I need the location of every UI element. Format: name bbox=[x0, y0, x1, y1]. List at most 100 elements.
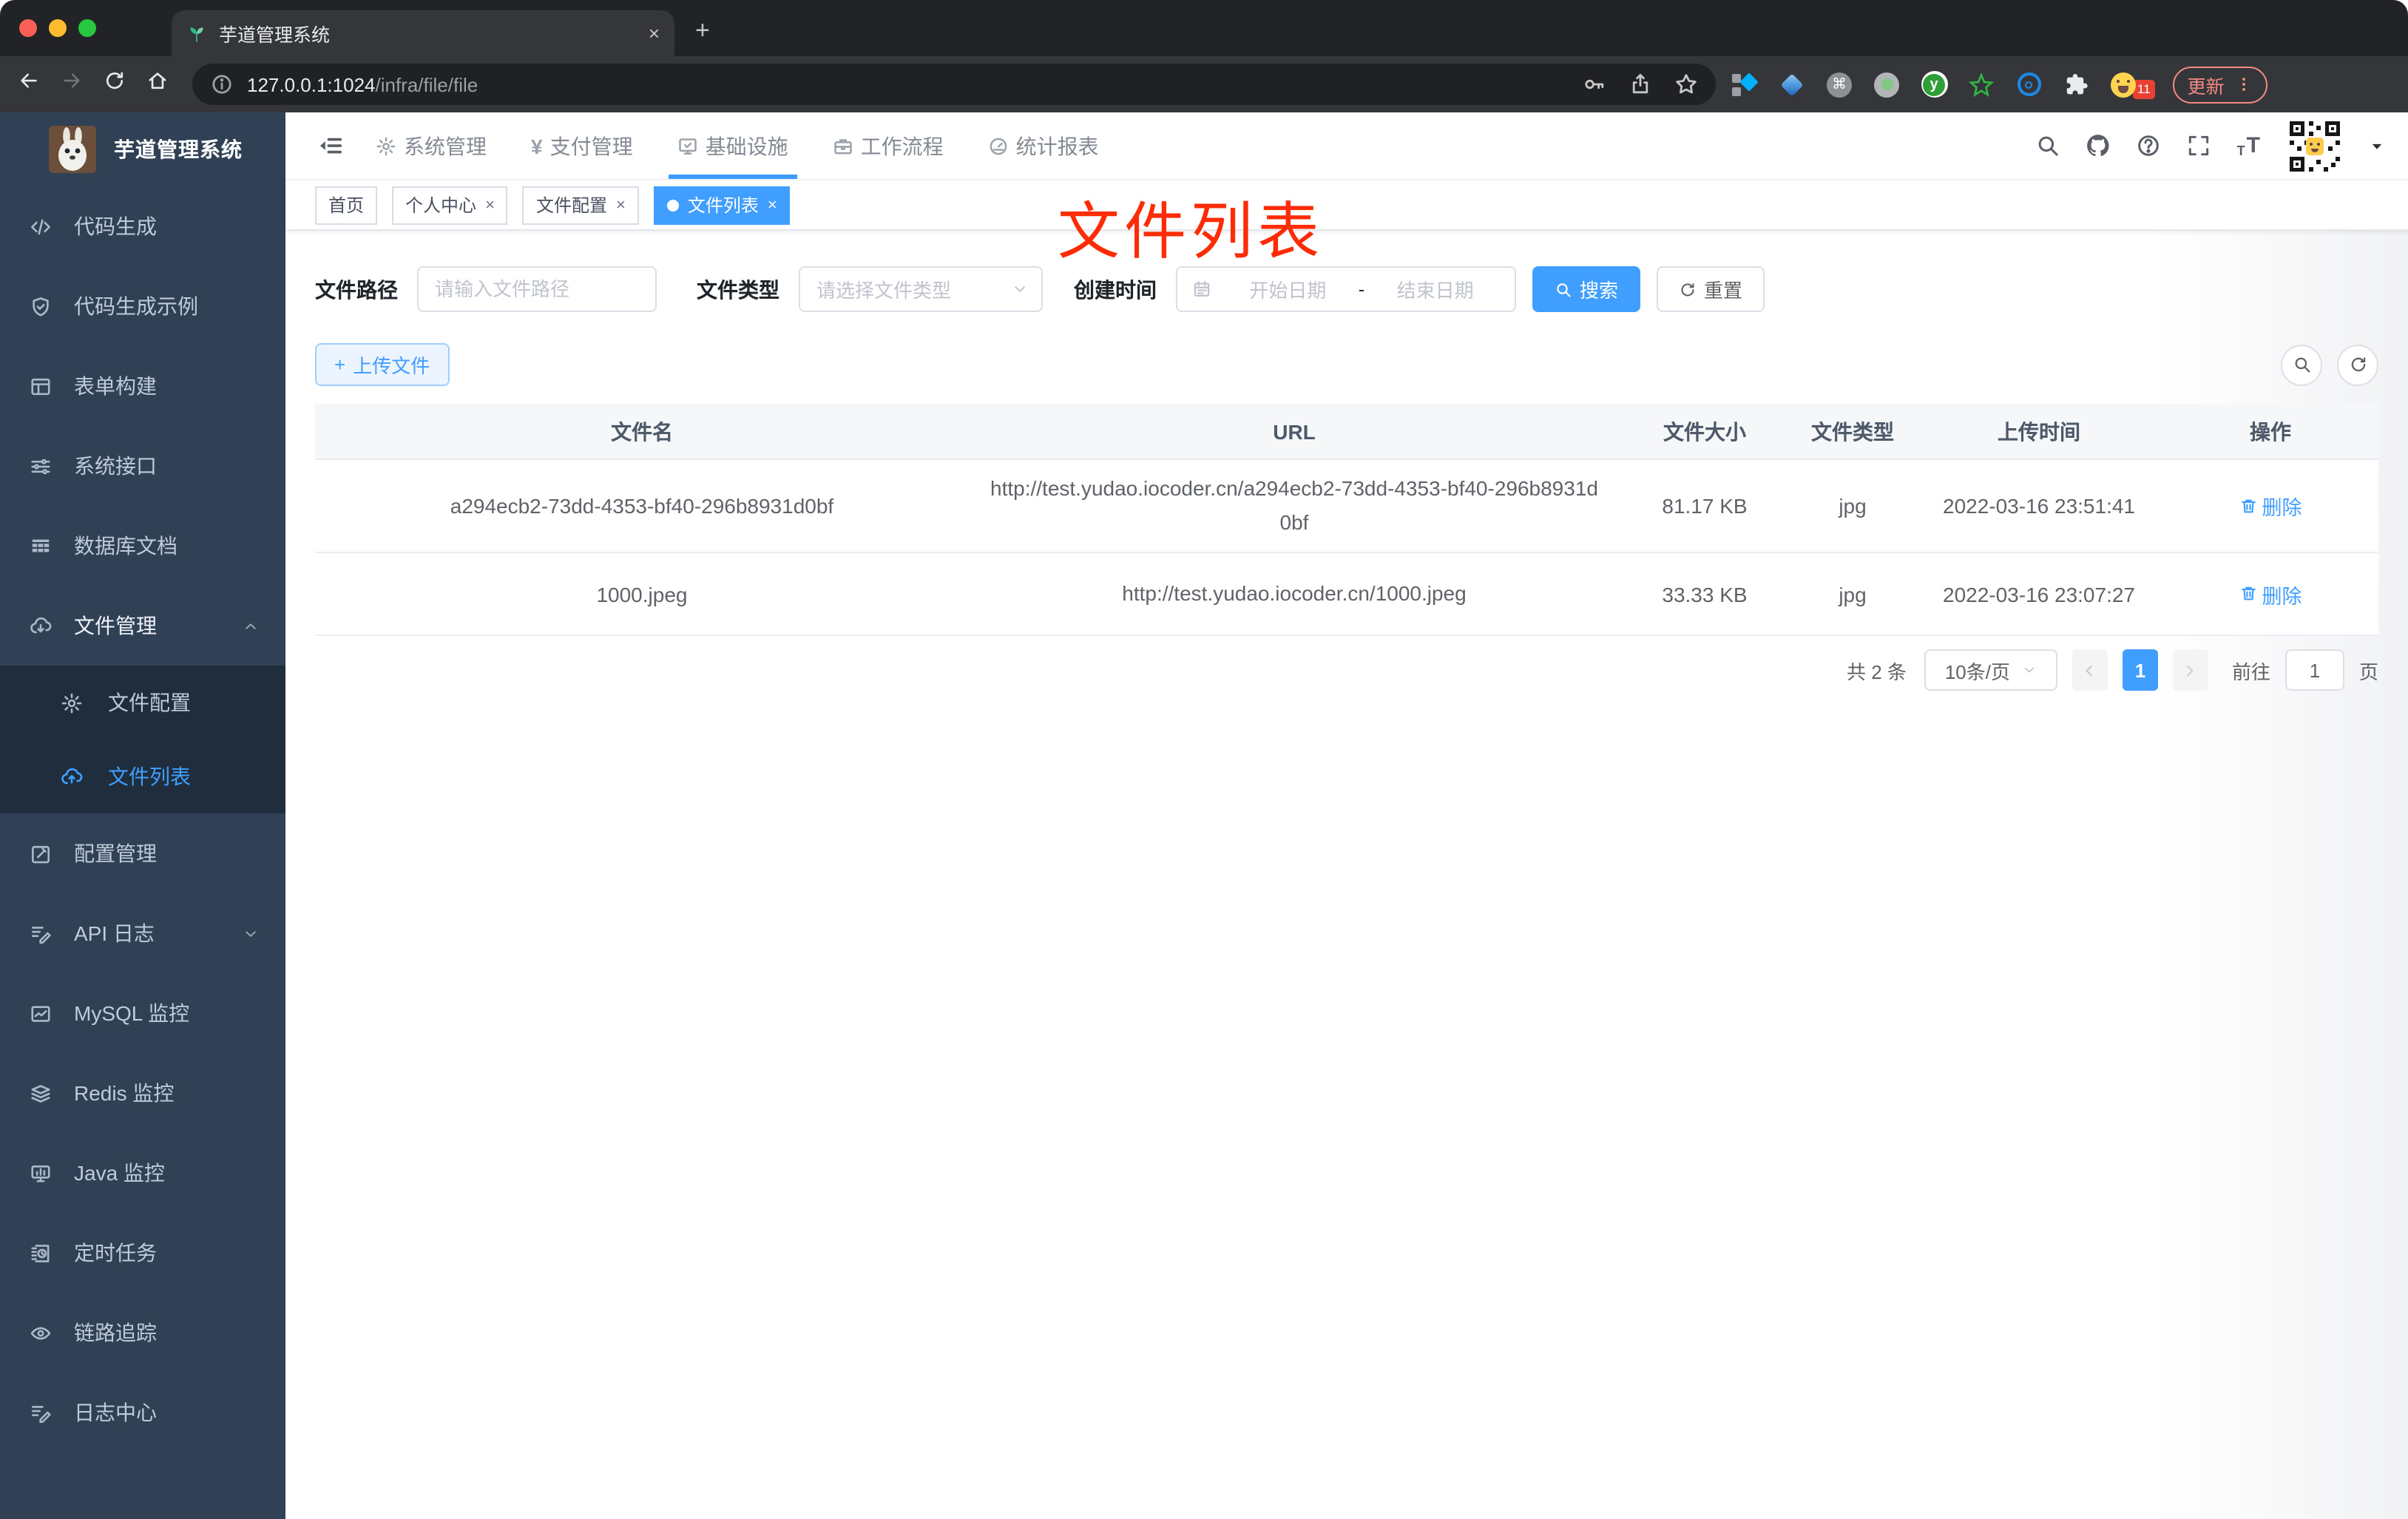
top-nav-item[interactable]: 系统管理 bbox=[376, 112, 487, 179]
site-info-icon[interactable] bbox=[210, 72, 234, 96]
browser-nav-icon[interactable] bbox=[61, 70, 83, 92]
tag-item[interactable]: 文件配置 × bbox=[522, 186, 639, 224]
url-action-icon[interactable] bbox=[1629, 72, 1652, 96]
sidebar-menu-item[interactable]: 配置管理 bbox=[0, 813, 285, 893]
browser-menu-icon[interactable] bbox=[2235, 75, 2253, 93]
header-action-icon[interactable] bbox=[2086, 133, 2111, 158]
next-page-button[interactable] bbox=[2172, 649, 2208, 691]
sidebar-menu-item[interactable]: 定时任务 bbox=[0, 1213, 285, 1293]
sidebar-collapse-icon[interactable] bbox=[318, 133, 343, 158]
extension-icon[interactable] bbox=[1731, 70, 1759, 98]
sidebar-menu-item[interactable]: API 日志 bbox=[0, 893, 285, 973]
sidebar-menu-item[interactable]: Java 监控 bbox=[0, 1133, 285, 1213]
calendar-icon bbox=[1192, 280, 1211, 299]
top-nav-icon: ¥ bbox=[531, 134, 543, 158]
avatar-caret-icon[interactable] bbox=[2370, 138, 2384, 153]
top-nav-item[interactable]: 统计报表 bbox=[988, 112, 1099, 179]
extension-icon[interactable]: ⌘ bbox=[1825, 70, 1853, 98]
refresh-icon bbox=[1679, 280, 1697, 298]
search-button[interactable]: 搜索 bbox=[1532, 266, 1641, 312]
top-nav-item[interactable]: 基础设施 bbox=[668, 112, 797, 179]
reset-button[interactable]: 重置 bbox=[1657, 266, 1765, 312]
sidebar-item-label: 日志中心 bbox=[74, 1401, 157, 1424]
sidebar-menu-item[interactable]: 代码生成示例 bbox=[0, 266, 285, 346]
sidebar-menu-item[interactable]: 文件列表 bbox=[0, 740, 285, 813]
url-action-icon[interactable] bbox=[1674, 72, 1698, 96]
file-path-input[interactable] bbox=[417, 266, 657, 312]
user-avatar[interactable] bbox=[2285, 116, 2344, 175]
tag-close-icon[interactable]: × bbox=[485, 196, 495, 214]
sidebar-item-label: API 日志 bbox=[74, 921, 155, 945]
header-action-icon[interactable]: TT bbox=[2237, 133, 2260, 158]
sidebar-menu-item[interactable]: 文件管理 bbox=[0, 586, 285, 666]
table-toolbar: + 上传文件 bbox=[315, 343, 2378, 386]
sidebar-menu-item[interactable]: 链路追踪 bbox=[0, 1293, 285, 1373]
url-bar[interactable]: 127.0.0.1:1024/infra/file/file bbox=[192, 64, 1716, 105]
show-search-button[interactable] bbox=[2281, 344, 2322, 385]
browser-nav-icon[interactable] bbox=[104, 70, 126, 92]
header-action-icon[interactable] bbox=[2187, 133, 2212, 158]
browser-nav-icon[interactable] bbox=[146, 70, 169, 92]
sidebar-item-label: 文件列表 bbox=[108, 765, 191, 788]
close-window-button[interactable] bbox=[19, 19, 37, 37]
browser-nav-icon[interactable] bbox=[18, 70, 40, 92]
minimize-window-button[interactable] bbox=[49, 19, 67, 37]
app-title: 芋道管理系统 bbox=[114, 138, 243, 161]
extension-icon[interactable]: y bbox=[1920, 70, 1948, 98]
tag-item[interactable]: 首页 × bbox=[315, 186, 378, 224]
delete-button[interactable]: 删除 bbox=[2239, 579, 2302, 609]
browser-update-button[interactable]: 更新 bbox=[2172, 66, 2267, 103]
tag-item[interactable]: 文件列表 × bbox=[653, 186, 791, 224]
date-separator: - bbox=[1358, 278, 1365, 300]
tag-close-icon[interactable]: × bbox=[616, 196, 626, 214]
file-path-label: 文件路径 bbox=[315, 277, 398, 301]
maximize-window-button[interactable] bbox=[78, 19, 96, 37]
extension-icon[interactable] bbox=[2109, 70, 2137, 98]
page-size-select[interactable]: 10条/页 bbox=[1924, 649, 2057, 691]
sidebar-menu-item[interactable]: 日志中心 bbox=[0, 1373, 285, 1452]
column-header-time: 上传时间 bbox=[1998, 419, 2080, 443]
extension-icon[interactable] bbox=[2062, 70, 2090, 98]
sidebar-item-icon bbox=[30, 1242, 52, 1264]
window-controls bbox=[19, 19, 96, 37]
extension-icon[interactable] bbox=[1967, 70, 1995, 98]
sidebar-menu-item[interactable]: 代码生成 bbox=[0, 186, 285, 266]
extension-icon[interactable] bbox=[1778, 70, 1806, 98]
cell-file-url: http://test.yudao.iocoder.cn/1000.jpeg bbox=[1122, 581, 1467, 606]
new-tab-button[interactable]: + bbox=[695, 16, 710, 46]
refresh-table-button[interactable] bbox=[2337, 344, 2378, 385]
top-nav-item[interactable]: ¥ 支付管理 bbox=[531, 112, 633, 179]
delete-button[interactable]: 删除 bbox=[2239, 491, 2302, 521]
header-action-icon[interactable] bbox=[2137, 133, 2162, 158]
tab-close-icon[interactable]: × bbox=[649, 22, 660, 44]
sidebar-menu-item[interactable]: 表单构建 bbox=[0, 346, 285, 426]
sidebar-item-label: 代码生成 bbox=[74, 214, 157, 238]
top-nav-item[interactable]: 工作流程 bbox=[833, 112, 944, 179]
sidebar-menu-item[interactable]: 系统接口 bbox=[0, 426, 285, 506]
column-header-url: URL bbox=[1273, 419, 1316, 443]
upload-file-button[interactable]: + 上传文件 bbox=[315, 343, 450, 386]
sidebar-menu-item[interactable]: 文件配置 bbox=[0, 666, 285, 740]
sidebar-menu-item[interactable]: 数据库文档 bbox=[0, 506, 285, 586]
tag-item[interactable]: 个人中心 × bbox=[392, 186, 508, 224]
sidebar-item-icon bbox=[30, 215, 52, 237]
current-page-button[interactable]: 1 bbox=[2122, 649, 2158, 691]
file-type-select[interactable]: 请选择文件类型 bbox=[799, 266, 1043, 312]
header-action-icon[interactable] bbox=[2036, 133, 2061, 158]
prev-page-button[interactable] bbox=[2072, 649, 2108, 691]
sidebar-menu-item[interactable]: Redis 监控 bbox=[0, 1053, 285, 1133]
cell-file-type: jpg bbox=[1839, 494, 1867, 518]
sidebar-menu-item[interactable]: MySQL 监控 bbox=[0, 973, 285, 1053]
browser-tab[interactable]: 芋道管理系统 × bbox=[172, 10, 674, 56]
extension-icon[interactable] bbox=[2015, 70, 2043, 98]
top-nav-icon bbox=[988, 135, 1009, 156]
top-nav-label: 支付管理 bbox=[549, 134, 633, 158]
goto-page-input[interactable] bbox=[2284, 649, 2344, 691]
tag-close-icon[interactable]: × bbox=[768, 196, 777, 214]
cell-file-type: jpg bbox=[1839, 582, 1867, 606]
tags-bar: 首页 × 个人中心 × 文件配置 × bbox=[285, 180, 2408, 231]
url-action-icon[interactable] bbox=[1583, 72, 1606, 96]
sidebar-item-label: 定时任务 bbox=[74, 1241, 157, 1265]
extension-icon[interactable] bbox=[1873, 70, 1901, 98]
date-range-picker[interactable]: 开始日期 - 结束日期 bbox=[1176, 266, 1516, 312]
